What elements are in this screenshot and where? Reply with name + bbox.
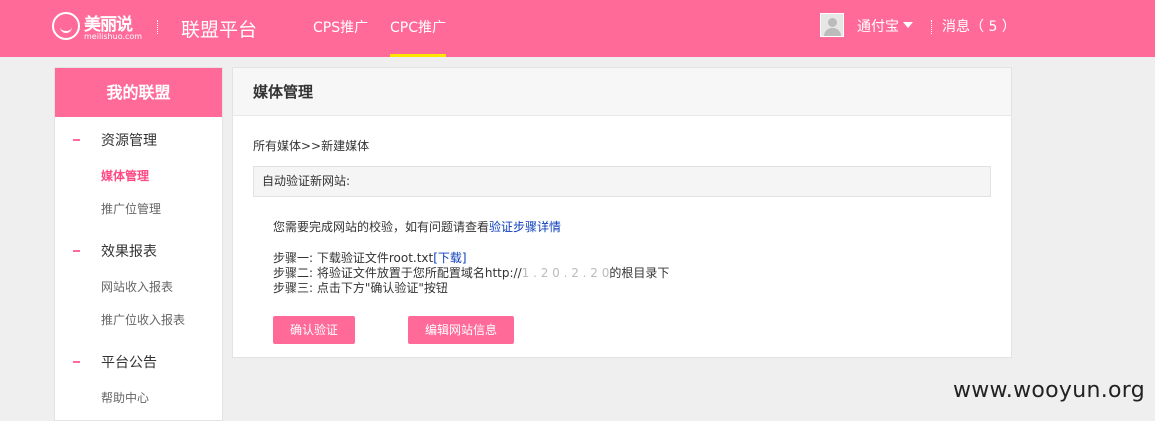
platform-title: 联盟平台: [181, 19, 258, 41]
sidebar-section-resource[interactable]: 资源管理: [55, 130, 224, 150]
auto-verify-label: 自动验证新网站:: [253, 166, 991, 197]
verify-steps-link[interactable]: 验证步骤详情: [489, 220, 561, 234]
step-one-text: 步骤一: 下载验证文件root.txt: [273, 251, 434, 265]
smile-logo-icon: [52, 12, 80, 40]
minus-icon: [73, 139, 80, 141]
step-two-suffix: 的根目录下: [609, 266, 670, 280]
meilishuo-logo[interactable]: 美丽说 meilishuo.com: [52, 10, 144, 44]
top-navigation-bar: 美丽说 meilishuo.com 联盟平台 CPS推广 CPC推广 通付宝 消…: [0, 0, 1155, 57]
watermark: www.wooyun.org: [952, 378, 1145, 403]
sidebar-section-announcements[interactable]: 平台公告: [55, 352, 224, 372]
sidebar-item-slot-income-report[interactable]: 推广位收入报表: [101, 311, 185, 328]
confirm-verify-button[interactable]: 确认验证: [273, 316, 355, 344]
header-divider: [157, 20, 158, 34]
sidebar-section-label: 资源管理: [101, 133, 157, 149]
sidebar-item-site-income-report[interactable]: 网站收入报表: [101, 278, 173, 295]
minus-icon: [73, 361, 80, 363]
tab-cps[interactable]: CPS推广: [313, 17, 368, 57]
caret-down-icon[interactable]: [903, 22, 913, 28]
step-two-text: 步骤二: 将验证文件放置于您所配置域名http://: [273, 266, 522, 280]
instruction-prefix: 您需要完成网站的校验，如有问题请查看: [273, 220, 490, 234]
user-menu[interactable]: 通付宝: [857, 16, 899, 36]
edit-site-info-button[interactable]: 编辑网站信息: [408, 316, 514, 344]
header-divider: [931, 20, 932, 34]
sidebar-section-reports[interactable]: 效果报表: [55, 241, 224, 261]
instruction-text: 您需要完成网站的校验，如有问题请查看验证步骤详情: [273, 218, 561, 235]
tab-cpc[interactable]: CPC推广: [390, 17, 446, 57]
messages-link[interactable]: 消息（ 5 ）: [942, 16, 1016, 36]
logo-domain: meilishuo.com: [84, 32, 143, 41]
redacted-domain: 1 . 2 0 . 2 . 2 0: [521, 266, 610, 280]
sidebar-item-ad-slot-management[interactable]: 推广位管理: [101, 200, 161, 217]
breadcrumb: 所有媒体>>新建媒体: [253, 139, 370, 153]
avatar[interactable]: [820, 13, 844, 37]
download-link[interactable]: [下载]: [433, 251, 466, 265]
sidebar-item-help-center[interactable]: 帮助中心: [101, 389, 149, 406]
sidebar-item-media-management[interactable]: 媒体管理: [101, 167, 149, 184]
sidebar-section-label: 效果报表: [101, 244, 157, 260]
step-three: 步骤三: 点击下方"确认验证"按钮: [273, 281, 448, 295]
minus-icon: [73, 250, 80, 252]
sidebar-title: 我的联盟: [55, 68, 222, 117]
page-title: 媒体管理: [233, 68, 1011, 116]
sidebar: 我的联盟 资源管理 媒体管理 推广位管理 效果报表 网站收入报表 推广位收入报表…: [54, 67, 223, 421]
sidebar-section-label: 平台公告: [101, 355, 157, 371]
main-panel: 媒体管理 所有媒体>>新建媒体 自动验证新网站: 您需要完成网站的校验，如有问题…: [232, 67, 1012, 358]
